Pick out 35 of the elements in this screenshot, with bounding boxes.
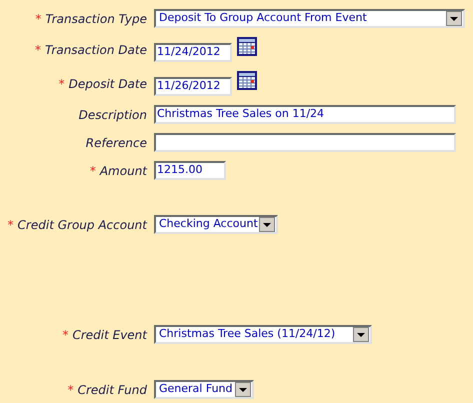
required-mark: * bbox=[68, 384, 74, 396]
calendar-icon[interactable] bbox=[237, 37, 257, 56]
caret-icon bbox=[450, 16, 458, 20]
dropdown-arrow-button[interactable] bbox=[353, 327, 369, 342]
required-mark: * bbox=[35, 44, 42, 56]
dropdown[interactable]: Christmas Tree Sales (11/24/12) bbox=[154, 325, 372, 344]
dropdown-arrow-button[interactable] bbox=[235, 382, 251, 397]
field-label: Credit Event bbox=[72, 326, 147, 344]
calendar-icon[interactable] bbox=[237, 71, 257, 90]
dropdown[interactable]: Checking Account bbox=[154, 215, 278, 234]
dropdown[interactable]: Deposit To Group Account From Event bbox=[154, 9, 465, 28]
amount-field[interactable]: 1215.00 bbox=[154, 161, 226, 180]
caret-icon bbox=[239, 388, 247, 392]
text-field[interactable]: Christmas Tree Sales on 11/24 bbox=[154, 105, 456, 124]
field-label: Deposit Date bbox=[68, 76, 147, 92]
caret-icon bbox=[357, 332, 365, 336]
field-label: Reference bbox=[86, 134, 147, 152]
date-field[interactable]: 11/24/2012 bbox=[154, 43, 232, 62]
dropdown-arrow-button[interactable] bbox=[259, 217, 275, 232]
dropdown-arrow-button[interactable] bbox=[446, 11, 462, 26]
field-label: Transaction Type bbox=[45, 10, 147, 28]
required-mark: * bbox=[35, 12, 42, 24]
text-field[interactable] bbox=[154, 133, 456, 152]
required-mark: * bbox=[58, 78, 65, 90]
dropdown[interactable]: General Fund bbox=[154, 380, 254, 399]
required-mark: * bbox=[8, 218, 14, 230]
field-label: Transaction Date bbox=[45, 42, 147, 58]
required-mark: * bbox=[62, 328, 68, 340]
field-label: Credit Fund bbox=[78, 382, 147, 398]
field-label: Credit Group Account bbox=[18, 216, 147, 234]
caret-icon bbox=[263, 222, 271, 226]
date-field[interactable]: 11/26/2012 bbox=[154, 77, 232, 96]
field-label: Description bbox=[78, 106, 147, 124]
required-mark: * bbox=[90, 164, 96, 176]
field-label: Amount bbox=[100, 162, 147, 180]
